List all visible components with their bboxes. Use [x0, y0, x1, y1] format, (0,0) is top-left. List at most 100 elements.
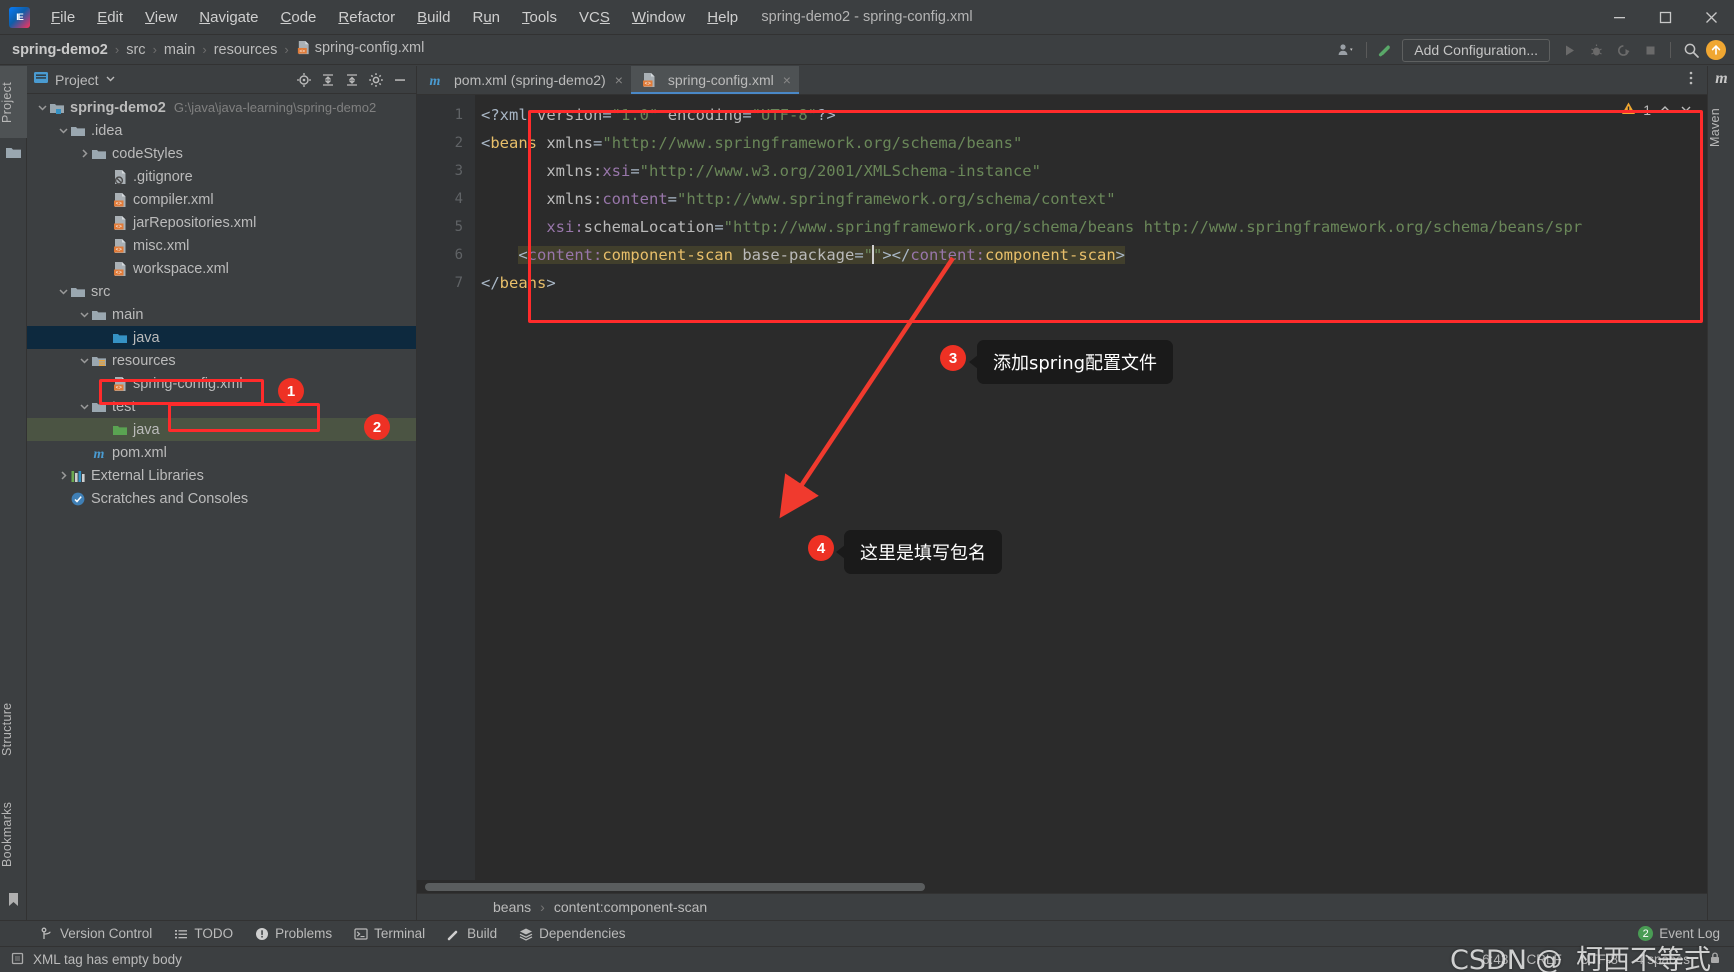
menu-item-window[interactable]: Window: [621, 5, 696, 30]
debug-icon[interactable]: [1584, 38, 1608, 62]
maximize-icon[interactable]: [1642, 0, 1688, 35]
event-log-label[interactable]: Event Log: [1659, 926, 1720, 941]
sidebar-item-maven[interactable]: Maven: [1708, 92, 1734, 162]
menu-item-code[interactable]: Code: [270, 5, 328, 30]
tool-window-problems[interactable]: Problems: [255, 926, 332, 941]
menu-item-edit[interactable]: Edit: [86, 5, 134, 30]
tree-item-main[interactable]: main: [27, 303, 416, 326]
menu-item-run[interactable]: Run: [461, 5, 511, 30]
tree-item-misc-xml[interactable]: <> misc.xml: [27, 234, 416, 257]
breadcrumb-item-main[interactable]: main: [164, 42, 195, 58]
tree-item-jarrepositories-xml[interactable]: <> jarRepositories.xml: [27, 211, 416, 234]
tree-item-test[interactable]: test: [27, 395, 416, 418]
chevron-right-icon[interactable]: [56, 469, 70, 483]
breadcrumb-item-spring-demo2[interactable]: spring-demo2: [12, 42, 108, 58]
more-vertical-icon[interactable]: [1683, 70, 1699, 91]
expand-all-icon[interactable]: [318, 70, 338, 90]
tool-window-dependencies[interactable]: Dependencies: [519, 926, 625, 941]
project-tree[interactable]: spring-demo2 G:\java\java-learning\spring…: [27, 94, 416, 920]
tool-window-build[interactable]: Build: [447, 926, 497, 941]
breadcrumb-item-resources[interactable]: resources: [214, 42, 278, 58]
chevron-down-icon[interactable]: [77, 354, 91, 368]
sidebar-item-structure[interactable]: Structure: [0, 688, 27, 770]
tree-item-spring-demo2[interactable]: spring-demo2 G:\java\java-learning\spring…: [27, 96, 416, 119]
tree-item-java[interactable]: java: [27, 418, 416, 441]
editor-tab-pom-xml-spring-demo2-[interactable]: m pom.xml (spring-demo2) ×: [417, 66, 631, 94]
menu-item-vcs[interactable]: VCS: [568, 5, 621, 30]
chevron-down-icon[interactable]: [77, 308, 91, 322]
tree-item-external-libraries[interactable]: External Libraries: [27, 464, 416, 487]
code-line-4[interactable]: xmlns:content="http://www.springframewor…: [475, 185, 1707, 213]
user-settings-icon[interactable]: [1334, 38, 1358, 62]
close-icon[interactable]: ×: [615, 72, 623, 88]
chevron-down-icon[interactable]: [35, 101, 49, 115]
tree-item-workspace-xml[interactable]: <> workspace.xml: [27, 257, 416, 280]
chevron-down-icon[interactable]: [77, 400, 91, 414]
update-arrow-icon[interactable]: [1706, 40, 1726, 60]
tree-item-src[interactable]: src: [27, 280, 416, 303]
tree-item-scratches-and-consoles[interactable]: Scratches and Consoles: [27, 487, 416, 510]
indent-setting[interactable]: 4 spaces: [1636, 952, 1690, 967]
tree-item-java[interactable]: java: [27, 326, 416, 349]
code-line-6[interactable]: <content:component-scan base-package="">…: [475, 241, 1707, 269]
code-line-1[interactable]: <?xml version="1.0" encoding="UTF-8"?>: [475, 101, 1707, 129]
tree-item-spring-config-xml[interactable]: <> spring-config.xml: [27, 372, 416, 395]
editor-tab-spring-config-xml[interactable]: <> spring-config.xml ×: [630, 66, 799, 94]
breadcrumb-item-src[interactable]: src: [126, 42, 145, 58]
tool-window-version-control[interactable]: Version Control: [40, 926, 152, 941]
tree-item-compiler-xml[interactable]: <> compiler.xml: [27, 188, 416, 211]
code-line-7[interactable]: </beans>: [475, 269, 1707, 297]
inspection-widget[interactable]: 1: [1621, 101, 1693, 119]
lock-icon[interactable]: [1708, 951, 1722, 968]
stop-icon[interactable]: [1638, 38, 1662, 62]
breadcrumb-item-spring-config-xml[interactable]: <> spring-config.xml: [296, 40, 424, 59]
chevron-down-icon[interactable]: [56, 285, 70, 299]
highlighted-tag[interactable]: <content:component-scan base-package="">…: [518, 245, 1125, 264]
chevron-down-icon[interactable]: [1679, 102, 1693, 119]
chevron-down-icon[interactable]: [105, 71, 116, 89]
caret-position[interactable]: 6:43: [1482, 952, 1508, 967]
sidebar-item-bookmarks[interactable]: Bookmarks: [0, 786, 27, 882]
menu-item-help[interactable]: Help: [696, 5, 749, 30]
close-icon[interactable]: [1688, 0, 1734, 35]
menu-item-file[interactable]: File: [40, 5, 86, 30]
locate-icon[interactable]: [294, 70, 314, 90]
run-icon[interactable]: [1557, 38, 1581, 62]
chevron-right-icon[interactable]: [77, 147, 91, 161]
hide-icon[interactable]: [390, 70, 410, 90]
line-separator[interactable]: CRLF: [1526, 952, 1561, 967]
code-content[interactable]: <?xml version="1.0" encoding="UTF-8"?> <b…: [475, 95, 1707, 880]
minimize-icon[interactable]: [1596, 0, 1642, 35]
file-encoding[interactable]: UTF-8: [1580, 952, 1618, 967]
tree-item-codestyles[interactable]: codeStyles: [27, 142, 416, 165]
code-line-2[interactable]: <beans xmlns="http://www.springframework…: [475, 129, 1707, 157]
tool-window-terminal[interactable]: Terminal: [354, 926, 425, 941]
editor-breadcrumb-item[interactable]: content:component-scan: [554, 899, 707, 915]
search-icon[interactable]: [1679, 38, 1703, 62]
menu-item-build[interactable]: Build: [406, 5, 461, 30]
run-coverage-icon[interactable]: [1611, 38, 1635, 62]
menu-item-tools[interactable]: Tools: [511, 5, 568, 30]
tree-item-resources[interactable]: resources: [27, 349, 416, 372]
chevron-down-icon[interactable]: [56, 124, 70, 138]
editor-breadcrumb-item[interactable]: beans: [493, 899, 531, 915]
code-line-5[interactable]: xsi:schemaLocation="http://www.springfra…: [475, 213, 1707, 241]
menu-item-refactor[interactable]: Refactor: [327, 5, 406, 30]
scrollbar-thumb[interactable]: [425, 883, 925, 891]
tree-item--gitignore[interactable]: .gitignore: [27, 165, 416, 188]
hammer-build-icon[interactable]: [1375, 38, 1399, 62]
event-log-area[interactable]: 2 Event Log: [1638, 926, 1734, 941]
menu-item-view[interactable]: View: [134, 5, 188, 30]
chevron-up-icon[interactable]: [1658, 102, 1672, 119]
tool-window-todo[interactable]: TODO: [174, 926, 233, 941]
tree-item--idea[interactable]: .idea: [27, 119, 416, 142]
sidebar-item-project[interactable]: Project: [0, 66, 27, 138]
editor-horizontal-scrollbar[interactable]: [417, 880, 1707, 893]
code-line-3[interactable]: xmlns:xsi="http://www.w3.org/2001/XMLSch…: [475, 157, 1707, 185]
tree-item-pom-xml[interactable]: m pom.xml: [27, 441, 416, 464]
collapse-all-icon[interactable]: [342, 70, 362, 90]
menu-item-navigate[interactable]: Navigate: [188, 5, 269, 30]
close-icon[interactable]: ×: [783, 72, 791, 88]
code-editor[interactable]: 1234567 <?xml version="1.0" encoding="UT…: [417, 95, 1707, 880]
add-configuration-button[interactable]: Add Configuration...: [1402, 38, 1550, 62]
